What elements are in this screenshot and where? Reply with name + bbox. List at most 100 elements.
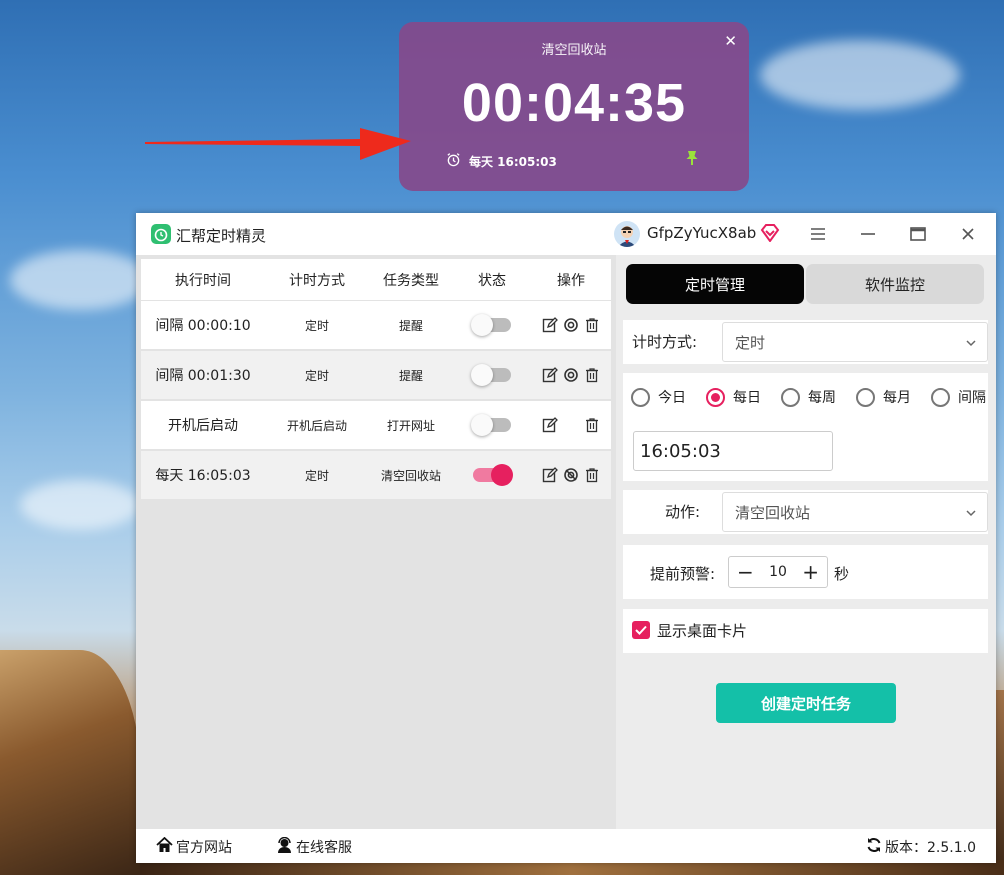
warning-section: 提前预警: − 10 + 秒 [623, 545, 988, 599]
table-row: 间隔 00:00:10 定时 提醒 [141, 301, 611, 349]
trash-icon[interactable] [584, 467, 600, 483]
status-toggle[interactable] [471, 414, 511, 436]
status-toggle[interactable] [473, 464, 513, 486]
radio-monthly[interactable]: 每月 [856, 387, 911, 407]
table-row: 开机后启动 开机后启动 打开网址 [141, 401, 611, 449]
action-section: 动作: 清空回收站 [623, 490, 988, 534]
main-window: 汇帮定时精灵 GfpZyYucX8ab 执行时间 计时方式 任务类型 状态 操作 [136, 213, 996, 863]
decrement-button[interactable]: − [737, 560, 754, 584]
hamburger-icon[interactable] [805, 221, 831, 247]
version-info[interactable]: 版本：2.5.1.0 [866, 837, 976, 857]
background-rock [0, 650, 140, 875]
show-card-checkbox[interactable] [632, 621, 650, 639]
frequency-radio-group: 今日 每日 每周 每月 间隔 [631, 387, 986, 407]
status-toggle[interactable] [471, 364, 511, 386]
tab-schedule-management[interactable]: 定时管理 [626, 264, 804, 304]
column-header: 任务类型 [383, 272, 439, 289]
timer-mode-select[interactable]: 定时 [722, 322, 988, 362]
vip-diamond-icon[interactable] [760, 224, 780, 246]
radio-today[interactable]: 今日 [631, 387, 686, 407]
app-title: 汇帮定时精灵 [176, 227, 267, 245]
background-cloud [20, 480, 140, 530]
row-time: 开机后启动 [168, 418, 238, 434]
radio-interval[interactable]: 间隔 [931, 387, 986, 407]
warning-label: 提前预警: [650, 565, 716, 583]
create-task-button[interactable]: 创建定时任务 [716, 683, 896, 723]
pin-icon[interactable] [685, 150, 699, 170]
trash-icon[interactable] [584, 317, 600, 333]
table-row: 间隔 00:01:30 定时 提醒 [141, 351, 611, 399]
row-time: 每天 16:05:03 [155, 468, 251, 484]
warning-value[interactable]: 10 [769, 564, 787, 580]
edit-icon[interactable] [542, 417, 558, 433]
background-cloud [10, 250, 150, 310]
timer-mode-section: 计时方式: 定时 [623, 320, 988, 364]
show-card-section: 显示桌面卡片 [623, 609, 988, 653]
headset-icon [276, 836, 293, 857]
row-type: 清空回收站 [380, 468, 441, 483]
show-card-label[interactable]: 显示桌面卡片 [657, 620, 747, 641]
target-off-icon[interactable] [563, 467, 579, 483]
status-toggle[interactable] [471, 314, 511, 336]
frequency-section: 今日 每日 每周 每月 间隔 16:05:03 [623, 373, 988, 481]
username[interactable]: GfpZyYucX8ab [647, 224, 756, 242]
table-header: 执行时间 计时方式 任务类型 状态 操作 [141, 259, 611, 300]
timer-mode-label: 计时方式: [632, 333, 698, 351]
task-list-panel: 执行时间 计时方式 任务类型 状态 操作 间隔 00:00:10 定时 提醒 间… [136, 255, 616, 829]
title-bar: 汇帮定时精灵 GfpZyYucX8ab [136, 213, 996, 255]
close-icon[interactable] [955, 221, 981, 247]
column-header: 计时方式 [289, 272, 345, 289]
edit-icon[interactable] [542, 317, 558, 333]
background-cloud [760, 40, 960, 110]
card-footer: 每天 16:05:03 [446, 152, 557, 170]
row-time: 间隔 00:01:30 [155, 368, 251, 384]
row-type: 打开网址 [386, 418, 435, 433]
row-mode: 定时 [304, 368, 329, 383]
action-label: 动作: [665, 503, 701, 521]
card-countdown: 00:04:35 [461, 73, 687, 133]
card-schedule: 每天 16:05:03 [469, 154, 557, 169]
action-select[interactable]: 清空回收站 [722, 492, 988, 532]
settings-panel: 定时管理 软件监控 计时方式: 定时 今日 每日 每周 每月 间隔 16:05:… [616, 255, 996, 829]
warning-stepper: − 10 + [728, 556, 828, 588]
edit-icon[interactable] [542, 467, 558, 483]
alarm-clock-logo-icon [151, 224, 171, 244]
tab-software-monitor[interactable]: 软件监控 [806, 264, 984, 304]
trash-icon[interactable] [584, 417, 600, 433]
card-close-button[interactable]: ✕ [724, 32, 737, 50]
row-type: 提醒 [398, 318, 423, 333]
radio-weekly[interactable]: 每周 [781, 387, 836, 407]
action-value: 清空回收站 [735, 503, 811, 522]
refresh-icon [866, 837, 882, 857]
row-mode: 开机后启动 [286, 418, 347, 433]
row-type: 提醒 [398, 368, 423, 383]
target-icon[interactable] [563, 317, 579, 333]
edit-icon[interactable] [542, 367, 558, 383]
avatar[interactable] [614, 221, 640, 247]
row-mode: 定时 [304, 468, 329, 483]
official-website-link[interactable]: 官方网站 [156, 836, 232, 857]
minimize-icon[interactable] [855, 221, 881, 247]
timer-mode-value: 定时 [735, 333, 766, 352]
status-bar: 官方网站 在线客服 版本：2.5.1.0 [136, 829, 996, 863]
trash-icon[interactable] [584, 367, 600, 383]
column-header: 执行时间 [175, 272, 231, 289]
table-row: 每天 16:05:03 定时 清空回收站 [141, 451, 611, 499]
increment-button[interactable]: + [802, 560, 819, 584]
desktop-timer-card: 清空回收站 ✕ 00:04:35 每天 16:05:03 [399, 22, 749, 191]
maximize-icon[interactable] [905, 221, 931, 247]
chevron-down-icon [965, 505, 977, 523]
radio-daily[interactable]: 每日 [706, 387, 761, 407]
card-title: 清空回收站 [541, 43, 607, 58]
online-support-link[interactable]: 在线客服 [276, 836, 352, 857]
row-time: 间隔 00:00:10 [155, 318, 251, 334]
column-header: 操作 [557, 272, 585, 289]
time-input[interactable]: 16:05:03 [633, 431, 833, 471]
warning-unit: 秒 [834, 565, 850, 583]
annotation-arrow [145, 128, 411, 160]
column-header: 状态 [478, 272, 506, 289]
home-icon [156, 836, 173, 857]
chevron-down-icon [965, 335, 977, 353]
alarm-clock-icon [446, 152, 461, 170]
target-icon[interactable] [563, 367, 579, 383]
